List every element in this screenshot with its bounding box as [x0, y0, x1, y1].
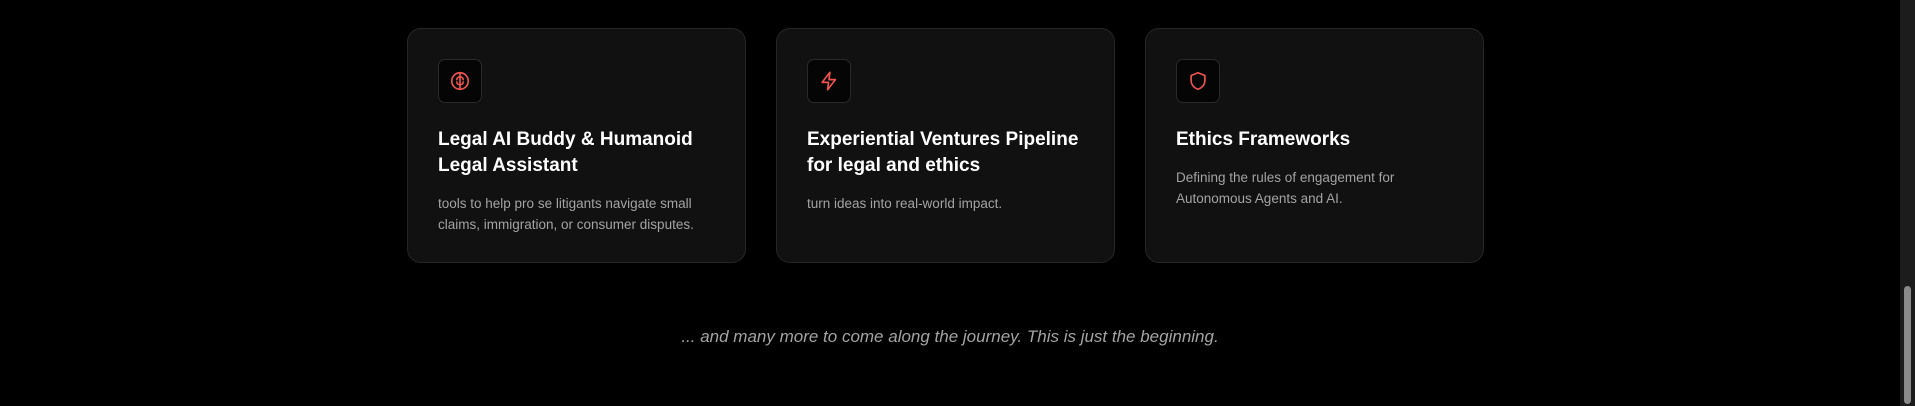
- feature-icon-container: [1176, 59, 1220, 103]
- card-description: turn ideas into real-world impact.: [807, 196, 1003, 211]
- lightning-icon: [821, 71, 837, 91]
- feature-cards: Legal AI Buddy & Humanoid Legal Assistan…: [407, 28, 1484, 263]
- shield-icon: [1190, 71, 1206, 91]
- card-description: tools to help pro se litigants navigate …: [438, 196, 694, 232]
- tagline: ... and many more to come along the jour…: [681, 327, 1219, 346]
- brain-icon: [450, 71, 470, 91]
- feature-card-experiential-ventures: Experiential Ventures Pipeline for legal…: [776, 28, 1115, 263]
- card-title: Legal AI Buddy & Humanoid Legal Assistan…: [438, 129, 693, 176]
- feature-card-ethics-frameworks: Ethics Frameworks Defining the rules of …: [1145, 28, 1484, 263]
- feature-icon-container: [807, 59, 851, 103]
- card-title: Experiential Ventures Pipeline for legal…: [807, 129, 1079, 176]
- scrollbar-thumb[interactable]: [1904, 286, 1911, 404]
- page: Legal AI Buddy & Humanoid Legal Assistan…: [0, 0, 1915, 406]
- vertical-scrollbar[interactable]: [1900, 0, 1915, 406]
- card-title: Ethics Frameworks: [1176, 129, 1351, 150]
- card-description: Defining the rules of engagement for Aut…: [1176, 170, 1395, 206]
- feature-card-legal-ai-buddy: Legal AI Buddy & Humanoid Legal Assistan…: [407, 28, 746, 263]
- feature-icon-container: [438, 59, 482, 103]
